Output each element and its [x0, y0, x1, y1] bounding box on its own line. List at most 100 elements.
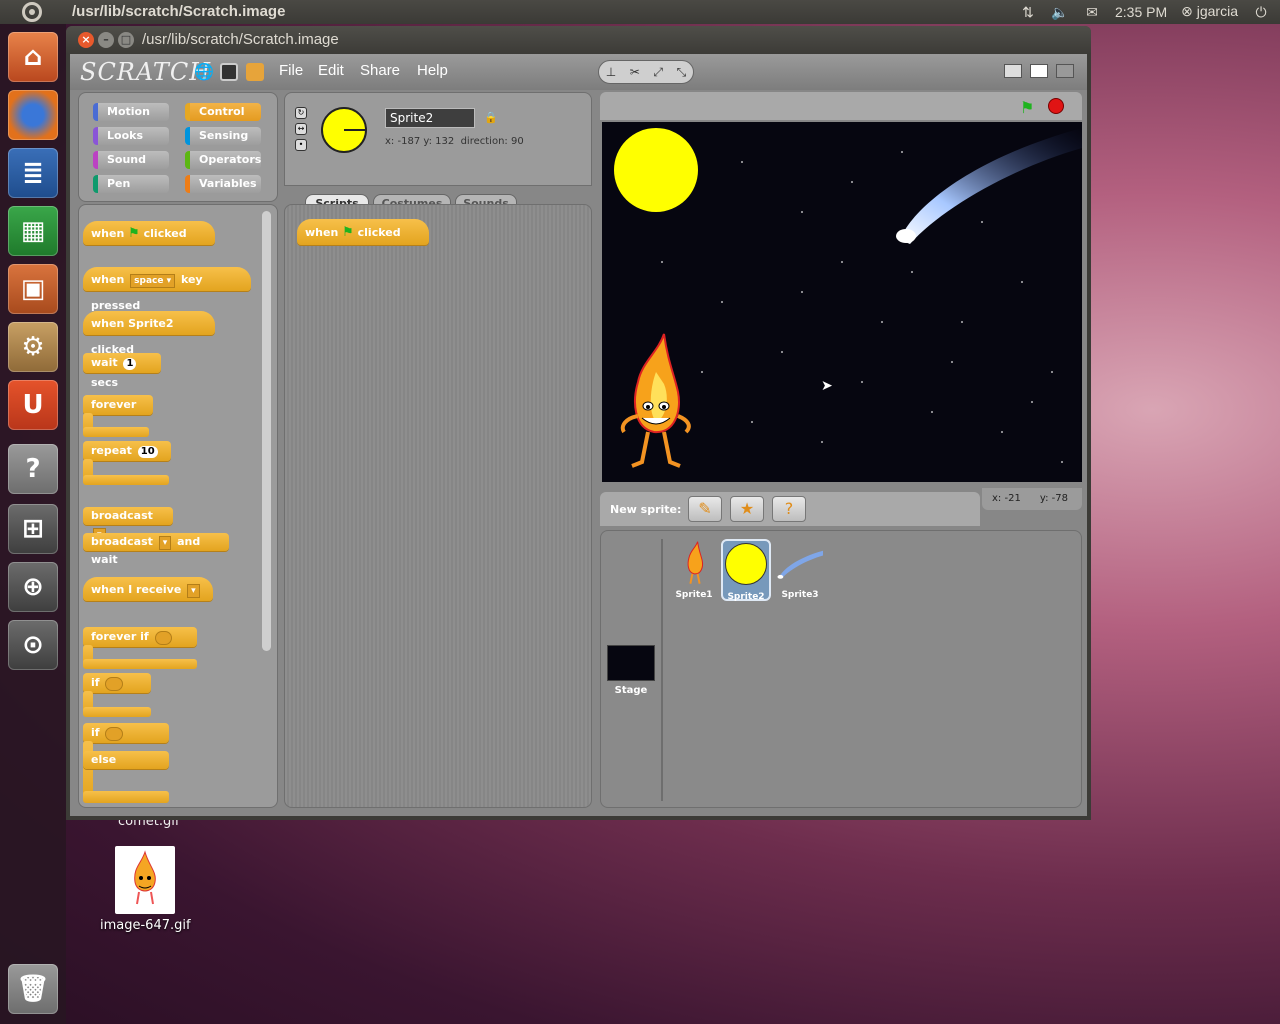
- sprite-tile-sprite1[interactable]: Sprite1: [669, 539, 719, 601]
- wait-input[interactable]: 1: [123, 358, 137, 370]
- folder-star-icon: ★: [739, 499, 755, 518]
- rotate-style-icon[interactable]: ↻: [295, 107, 307, 119]
- block-text: secs: [91, 376, 119, 389]
- shrink-icon[interactable]: ⤡: [677, 65, 687, 80]
- maximize-icon[interactable]: □: [118, 32, 134, 48]
- delete-scissors-icon[interactable]: ✂: [630, 65, 640, 79]
- condition-slot[interactable]: [105, 677, 123, 691]
- user-menu[interactable]: ⊗ jgarcia: [1181, 3, 1238, 20]
- condition-slot[interactable]: [105, 727, 123, 741]
- ubuntu-one-icon[interactable]: U: [8, 380, 58, 430]
- language-globe-icon[interactable]: 🌐: [194, 63, 214, 81]
- script-when-flag-clicked[interactable]: when ⚑ clicked: [297, 219, 429, 245]
- minimize-icon[interactable]: –: [98, 32, 114, 48]
- category-control[interactable]: Control: [185, 103, 261, 121]
- block-wait-secs[interactable]: wait 1 secs: [83, 353, 161, 389]
- top-panel: /usr/lib/scratch/Scratch.image ⇅ 🔈 ✉ 2:3…: [0, 0, 1280, 24]
- receive-dropdown[interactable]: ▾: [187, 584, 200, 598]
- clock[interactable]: 2:35 PM: [1115, 4, 1167, 20]
- menu-share[interactable]: Share: [360, 62, 400, 79]
- desktop-file-image-icon[interactable]: [115, 846, 175, 914]
- sprite-position: x: -187 y: 132 direction: 90: [385, 136, 524, 147]
- home-folder-icon[interactable]: ⌂: [8, 32, 58, 82]
- menu-edit[interactable]: Edit: [318, 62, 344, 79]
- stop-button[interactable]: [1048, 98, 1064, 114]
- desktop-file-name[interactable]: image-647.gif: [100, 918, 191, 933]
- block-if-else[interactable]: if: [83, 723, 169, 743]
- trash-icon[interactable]: 🗑: [8, 964, 58, 1014]
- workspace-switcher-icon[interactable]: ⊞: [8, 504, 58, 554]
- mouse-y-label: y:: [1039, 493, 1049, 504]
- key-dropdown[interactable]: space ▾: [130, 274, 176, 288]
- close-icon[interactable]: ×: [78, 32, 94, 48]
- block-if[interactable]: if: [83, 673, 151, 693]
- sprite1-fire[interactable]: [612, 332, 694, 472]
- condition-slot[interactable]: [154, 631, 172, 645]
- power-icon[interactable]: ⏻: [1252, 4, 1270, 20]
- block-when-i-receive[interactable]: when I receive ▾: [83, 577, 213, 601]
- block-when-sprite-clicked[interactable]: when Sprite2 clicked: [83, 311, 215, 356]
- presentation-mode-icon[interactable]: [1056, 64, 1074, 78]
- volume-icon[interactable]: 🔈: [1051, 4, 1069, 20]
- green-flag-button[interactable]: ⚑: [1020, 98, 1038, 117]
- help-icon[interactable]: ?: [8, 444, 58, 494]
- mail-icon[interactable]: ✉: [1083, 4, 1101, 20]
- stage[interactable]: ➤: [602, 122, 1082, 482]
- repeat-input[interactable]: 10: [137, 446, 158, 458]
- duplicate-stamp-icon[interactable]: ⊥: [606, 65, 616, 79]
- calc-icon[interactable]: ▦: [8, 206, 58, 256]
- category-sensing[interactable]: Sensing: [185, 127, 261, 145]
- impress-icon[interactable]: ▣: [8, 264, 58, 314]
- block-forever[interactable]: forever: [83, 395, 153, 415]
- broadcast-wait-dropdown[interactable]: ▾: [158, 536, 172, 550]
- block-when-flag-clicked[interactable]: when ⚑ clicked: [83, 221, 215, 245]
- category-operators[interactable]: Operators: [185, 151, 261, 169]
- no-rotate-icon[interactable]: •: [295, 139, 307, 151]
- category-looks[interactable]: Looks: [93, 127, 169, 145]
- c-block-foot: [83, 427, 149, 437]
- category-sound[interactable]: Sound: [93, 151, 169, 169]
- random-sprite-button[interactable]: ?: [772, 496, 806, 522]
- block-forever-if[interactable]: forever if: [83, 627, 197, 647]
- menu-file[interactable]: File: [279, 62, 303, 79]
- share-icon[interactable]: [246, 63, 264, 81]
- stage-thumbnail[interactable]: [607, 645, 655, 681]
- block-when-key-pressed[interactable]: when space ▾ key pressed: [83, 267, 251, 312]
- category-motion[interactable]: Motion: [93, 103, 169, 121]
- choose-sprite-file-button[interactable]: ★: [730, 496, 764, 522]
- sprite-name-field[interactable]: Sprite2: [385, 108, 475, 128]
- c-block-foot: [83, 659, 197, 669]
- category-variables[interactable]: Variables: [185, 175, 261, 193]
- category-pen[interactable]: Pen: [93, 175, 169, 193]
- sprite2-yellow-circle[interactable]: [614, 128, 698, 212]
- block-repeat[interactable]: repeat 10: [83, 441, 171, 461]
- save-disk-icon[interactable]: [220, 63, 238, 81]
- block-broadcast[interactable]: broadcast ▾: [83, 507, 173, 542]
- c-block-foot: [83, 475, 169, 485]
- corral-divider: [661, 539, 663, 801]
- firefox-icon[interactable]: [8, 90, 58, 140]
- software-center-icon[interactable]: ⚙: [8, 322, 58, 372]
- sprite3-comet[interactable]: [892, 128, 1082, 246]
- block-text: when: [91, 227, 125, 240]
- new-sprite-bar: New sprite: ✎ ★ ?: [600, 492, 980, 526]
- small-stage-icon[interactable]: [1004, 64, 1022, 78]
- paint-new-sprite-button[interactable]: ✎: [688, 496, 722, 522]
- sprite-tile-sprite2[interactable]: Sprite2: [721, 539, 771, 602]
- window-titlebar[interactable]: × – □ /usr/lib/scratch/Scratch.image: [66, 26, 1091, 54]
- zoom-in-icon[interactable]: ⊕: [8, 562, 58, 612]
- zoom-out-icon[interactable]: ⊙: [8, 620, 58, 670]
- grow-icon[interactable]: ⤢: [653, 65, 663, 80]
- palette-scrollbar[interactable]: [262, 211, 271, 651]
- lock-icon[interactable]: 🔒: [484, 111, 498, 125]
- block-broadcast-and-wait[interactable]: broadcast ▾ and wait: [83, 533, 229, 566]
- menu-help[interactable]: Help: [417, 62, 448, 79]
- scripts-area[interactable]: when ⚑ clicked: [284, 204, 592, 808]
- network-icon[interactable]: ⇅: [1019, 4, 1037, 20]
- normal-stage-icon[interactable]: [1030, 64, 1048, 78]
- writer-icon[interactable]: ≣: [8, 148, 58, 198]
- flip-style-icon[interactable]: ↔: [295, 123, 307, 135]
- sprite-tile-sprite3[interactable]: Sprite3: [775, 539, 825, 601]
- scratch-window: × – □ /usr/lib/scratch/Scratch.image SCR…: [66, 26, 1091, 820]
- ubuntu-logo-icon[interactable]: [22, 2, 42, 22]
